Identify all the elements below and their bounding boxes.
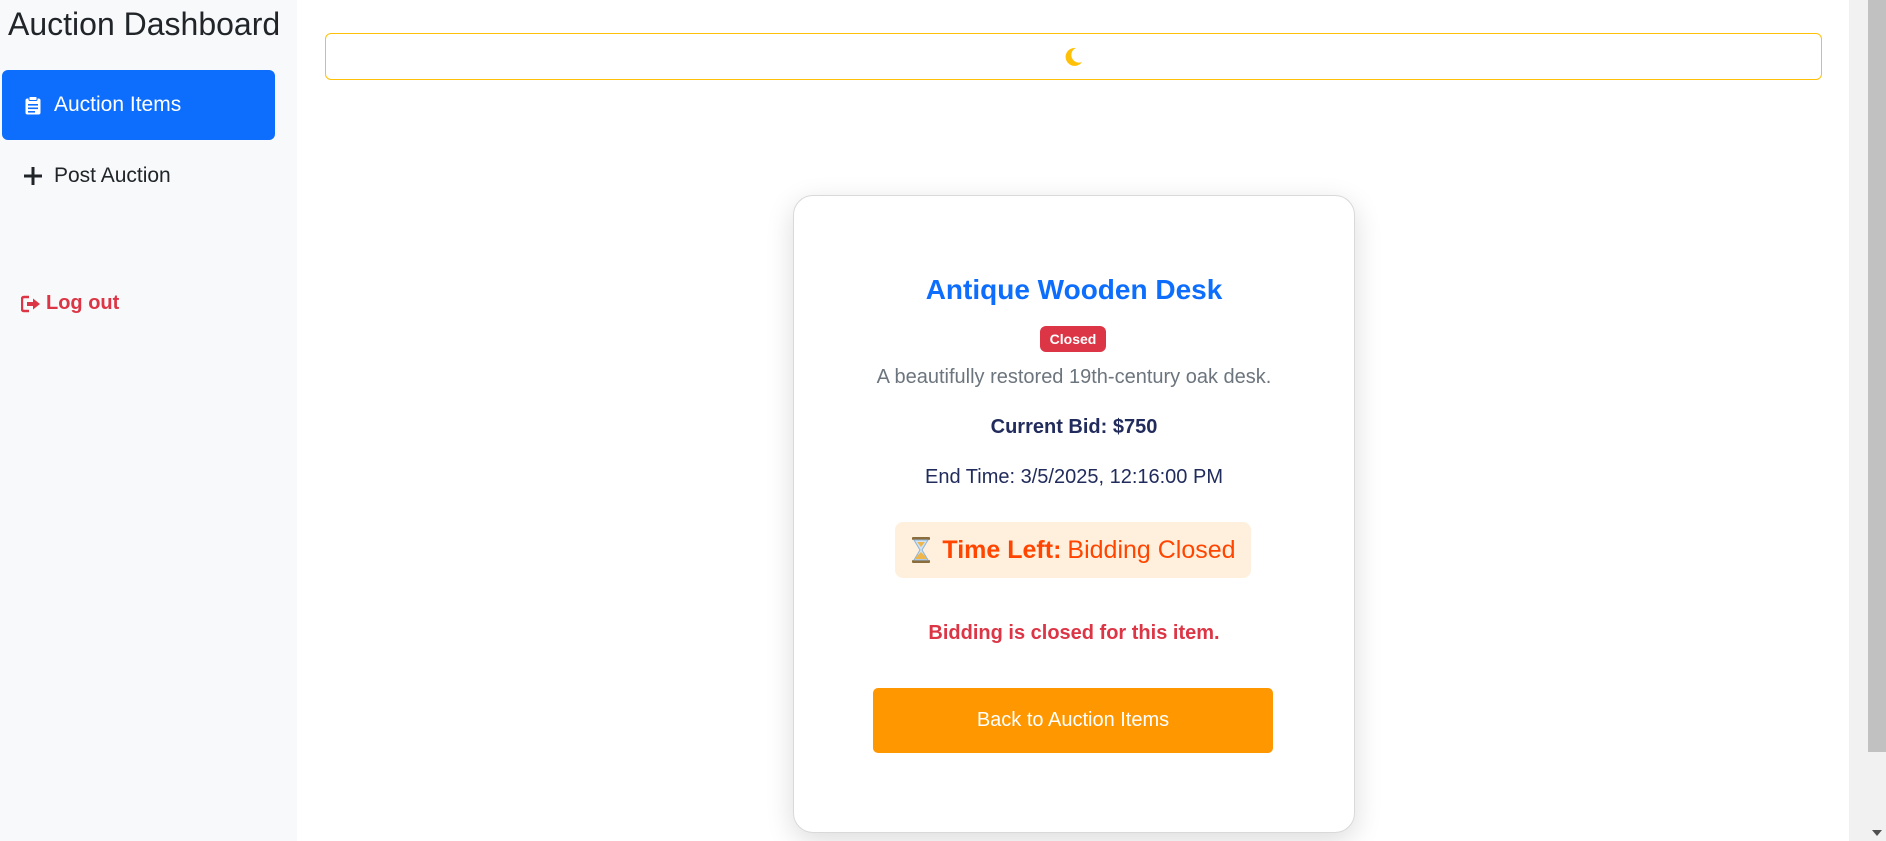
logout-link[interactable]: Log out bbox=[21, 292, 119, 315]
bidding-closed-message: Bidding is closed for this item. bbox=[928, 622, 1220, 644]
clipboard-icon bbox=[24, 95, 42, 115]
moon-icon[interactable] bbox=[1064, 47, 1084, 67]
item-description: A beautifully restored 19th-century oak … bbox=[876, 366, 1272, 388]
sidebar-item-label: Post Auction bbox=[54, 164, 171, 187]
sign-out-icon bbox=[21, 294, 41, 314]
sidebar-item-label: Auction Items bbox=[54, 93, 182, 116]
plus-icon bbox=[24, 166, 42, 186]
time-left-label: Time Left: bbox=[942, 535, 1062, 564]
end-time: End Time: 3/5/2025, 12:16:00 PM bbox=[925, 466, 1223, 488]
back-to-auction-items-button[interactable]: Back to Auction Items bbox=[873, 688, 1273, 753]
item-title: Antique Wooden Desk bbox=[925, 274, 1223, 305]
time-left-box: Time Left: Bidding Closed bbox=[895, 522, 1251, 578]
hourglass-icon bbox=[910, 537, 932, 563]
time-left-value: Bidding Closed bbox=[1067, 535, 1236, 564]
sidebar-item-post-auction[interactable]: Post Auction bbox=[2, 141, 275, 211]
logout-label: Log out bbox=[46, 292, 120, 314]
scroll-down-arrow-icon[interactable] bbox=[1872, 830, 1882, 836]
sidebar-brand: Auction Dashboard bbox=[8, 6, 281, 42]
theme-toggle-bar[interactable] bbox=[325, 33, 1822, 80]
sidebar: Auction Dashboard Auction Items Post Auc… bbox=[0, 0, 297, 841]
scrollbar-thumb[interactable] bbox=[1868, 0, 1886, 752]
sidebar-item-auction-items[interactable]: Auction Items bbox=[2, 70, 275, 140]
current-bid: Current Bid: $750 bbox=[990, 416, 1158, 438]
status-badge: Closed bbox=[1040, 326, 1106, 352]
